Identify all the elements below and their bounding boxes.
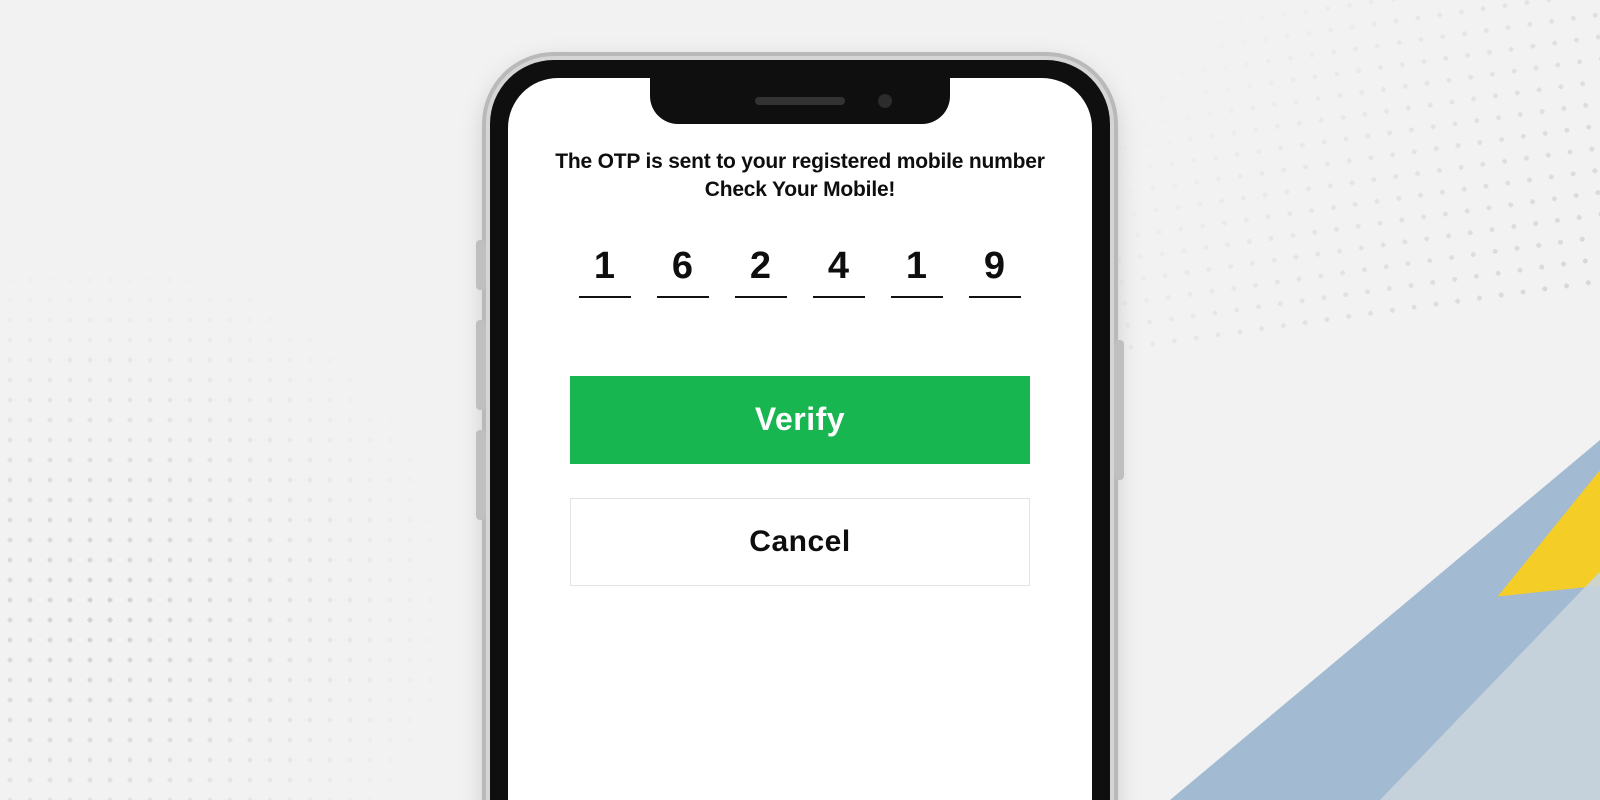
otp-digit-6[interactable]: 9 bbox=[969, 245, 1021, 298]
otp-digit-1[interactable]: 1 bbox=[579, 245, 631, 298]
otp-digit-4[interactable]: 4 bbox=[813, 245, 865, 298]
phone-notch bbox=[650, 78, 950, 124]
decorative-triangle-blue bbox=[1170, 440, 1600, 800]
cancel-button[interactable]: Cancel bbox=[570, 498, 1030, 586]
otp-digit-5[interactable]: 1 bbox=[891, 245, 943, 298]
phone-mockup: The OTP is sent to your registered mobil… bbox=[490, 60, 1110, 800]
otp-instruction-line2: Check Your Mobile! bbox=[705, 178, 896, 201]
verify-button[interactable]: Verify bbox=[570, 376, 1030, 464]
speaker-icon bbox=[755, 97, 845, 105]
decorative-triangle-grey bbox=[1120, 530, 1600, 800]
phone-side-button bbox=[476, 430, 486, 520]
otp-instruction-line1: The OTP is sent to your registered mobil… bbox=[555, 150, 1044, 173]
camera-icon bbox=[878, 94, 892, 108]
otp-digit-2[interactable]: 6 bbox=[657, 245, 709, 298]
phone-side-button bbox=[1114, 340, 1124, 480]
otp-input-row: 1 6 2 4 1 9 bbox=[579, 245, 1021, 298]
otp-instruction: The OTP is sent to your registered mobil… bbox=[555, 148, 1044, 205]
phone-frame: The OTP is sent to your registered mobil… bbox=[490, 60, 1110, 800]
phone-side-button bbox=[476, 320, 486, 410]
otp-screen: The OTP is sent to your registered mobil… bbox=[508, 142, 1092, 800]
decorative-dots-left bbox=[0, 250, 460, 800]
phone-side-button bbox=[476, 240, 486, 290]
phone-screen: The OTP is sent to your registered mobil… bbox=[508, 78, 1092, 800]
otp-digit-3[interactable]: 2 bbox=[735, 245, 787, 298]
decorative-triangle-yellow bbox=[1353, 432, 1600, 610]
